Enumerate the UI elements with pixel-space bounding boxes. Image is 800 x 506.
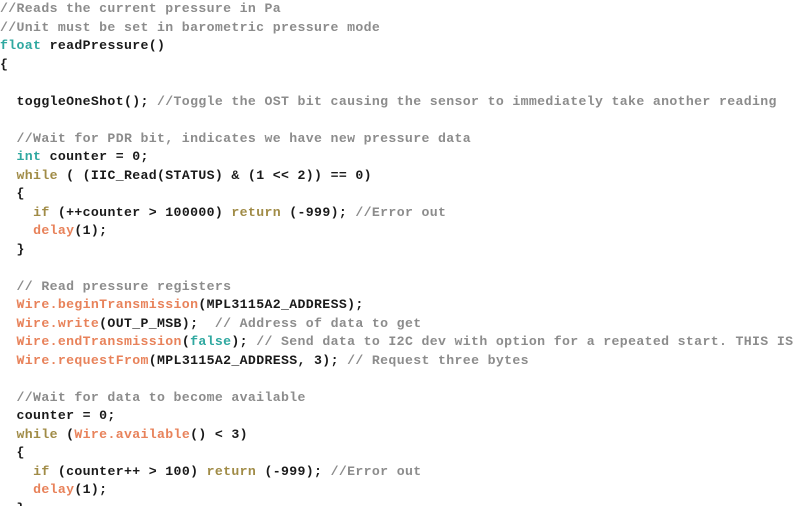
code-token-plain: (: [181, 334, 191, 349]
code-line[interactable]: // Read pressure registers: [0, 278, 800, 297]
code-token-comment: //Wait for data to become available: [16, 389, 306, 405]
code-token-comment: // Address of data to get: [214, 315, 422, 331]
code-line[interactable]: counter = 0;: [0, 407, 800, 426]
code-token-lib: Wire.requestFrom: [16, 352, 149, 368]
code-token-lib: Wire.write: [16, 315, 100, 331]
code-line[interactable]: int counter = 0;: [0, 148, 800, 167]
code-token-plain: }: [0, 241, 25, 257]
code-token-keyword: return: [231, 204, 281, 220]
code-token-type: int: [16, 149, 42, 164]
code-line[interactable]: {: [0, 56, 800, 75]
code-token-comment: //Error out: [330, 463, 422, 479]
code-token-lib: Wire.endTransmission: [16, 334, 182, 349]
code-token-plain: toggleOneShot();: [0, 93, 158, 109]
code-line[interactable]: Wire.beginTransmission(MPL3115A2_ADDRESS…: [0, 296, 800, 315]
code-token-type: false: [190, 334, 232, 349]
code-token-plain: {: [0, 56, 9, 72]
code-line[interactable]: while ( (IIC_Read(STATUS) & (1 << 2)) ==…: [0, 167, 800, 186]
code-line-blank[interactable]: [0, 74, 800, 93]
code-token-plain: (1);: [74, 223, 108, 238]
code-line[interactable]: {: [0, 185, 800, 204]
code-token-plain: (counter++ > 100): [49, 463, 207, 479]
code-token-keyword: if: [33, 463, 50, 479]
code-token-plain: (OUT_P_MSB);: [99, 315, 215, 331]
code-line[interactable]: }: [0, 241, 800, 260]
code-token-plain: counter = 0;: [41, 149, 149, 164]
code-token-plain: (-999);: [281, 204, 356, 220]
code-line[interactable]: float readPressure(): [0, 37, 800, 56]
code-line[interactable]: //Wait for data to become available: [0, 389, 800, 408]
code-token-func: delay: [33, 223, 75, 238]
code-token-lib: Wire.available: [74, 426, 191, 442]
code-token-comment: // Request three bytes: [347, 352, 529, 368]
code-token-type: float: [0, 38, 42, 53]
code-token-keyword: if: [33, 204, 50, 220]
code-line[interactable]: Wire.requestFrom(MPL3115A2_ADDRESS, 3); …: [0, 352, 800, 371]
code-token-keyword: while: [16, 426, 58, 442]
code-token-comment: //Error out: [355, 204, 447, 220]
code-token-comment: //Reads the current pressure in Pa: [0, 1, 281, 16]
code-token-plain: (MPL3115A2_ADDRESS, 3);: [148, 352, 348, 368]
code-line[interactable]: Wire.endTransmission(false); // Send dat…: [0, 333, 800, 352]
code-token-plain: (MPL3115A2_ADDRESS);: [198, 297, 364, 312]
code-token-keyword: while: [16, 167, 58, 183]
code-token-plain: (: [57, 426, 75, 442]
code-line[interactable]: while (Wire.available() < 3): [0, 426, 800, 445]
code-token-keyword: return: [206, 463, 257, 479]
code-line[interactable]: delay(1);: [0, 222, 800, 241]
code-line[interactable]: if (++counter > 100000) return (-999); /…: [0, 204, 800, 223]
code-line[interactable]: {: [0, 444, 800, 463]
code-token-plain: (1);: [74, 482, 108, 497]
code-token-lib: Wire.beginTransmission: [16, 297, 199, 312]
code-token-plain: counter = 0;: [0, 408, 116, 423]
code-line[interactable]: toggleOneShot(); //Toggle the OST bit ca…: [0, 93, 800, 112]
code-line[interactable]: //Reads the current pressure in Pa: [0, 0, 800, 19]
code-token-plain: () < 3): [190, 426, 248, 442]
code-line[interactable]: if (counter++ > 100) return (-999); //Er…: [0, 463, 800, 482]
code-token-plain: {: [0, 445, 25, 460]
code-token-plain: );: [231, 334, 257, 349]
code-token-comment: // Send data to I2C dev with option for …: [256, 334, 800, 349]
code-token-comment: // Read pressure registers: [16, 278, 232, 294]
code-token-func: delay: [33, 482, 75, 497]
code-token-plain: readPressure(): [41, 38, 166, 53]
code-line-blank[interactable]: [0, 111, 800, 130]
code-token-comment: //Unit must be set in barometric pressur…: [0, 19, 381, 35]
code-listing[interactable]: //Reads the current pressure in Pa //Unit…: [0, 0, 800, 506]
code-line[interactable]: Wire.write(OUT_P_MSB); // Address of dat…: [0, 315, 800, 334]
code-line-blank[interactable]: [0, 259, 800, 278]
code-token-plain: (++counter > 100000): [49, 204, 232, 220]
code-token-plain: (-999);: [256, 463, 331, 479]
code-line[interactable]: }: [0, 500, 800, 506]
code-line[interactable]: delay(1);: [0, 481, 800, 500]
code-token-comment: //Wait for PDR bit, indicates we have ne…: [16, 130, 472, 146]
code-token-plain: {: [0, 186, 25, 201]
code-token-comment: //Toggle the OST bit causing the sensor …: [157, 93, 777, 109]
code-token-plain: }: [0, 501, 25, 506]
code-line[interactable]: //Unit must be set in barometric pressur…: [0, 19, 800, 38]
code-line-blank[interactable]: [0, 370, 800, 389]
code-line[interactable]: //Wait for PDR bit, indicates we have ne…: [0, 130, 800, 149]
code-token-plain: ( (IIC_Read(STATUS) & (1 << 2)) == 0): [57, 167, 372, 183]
